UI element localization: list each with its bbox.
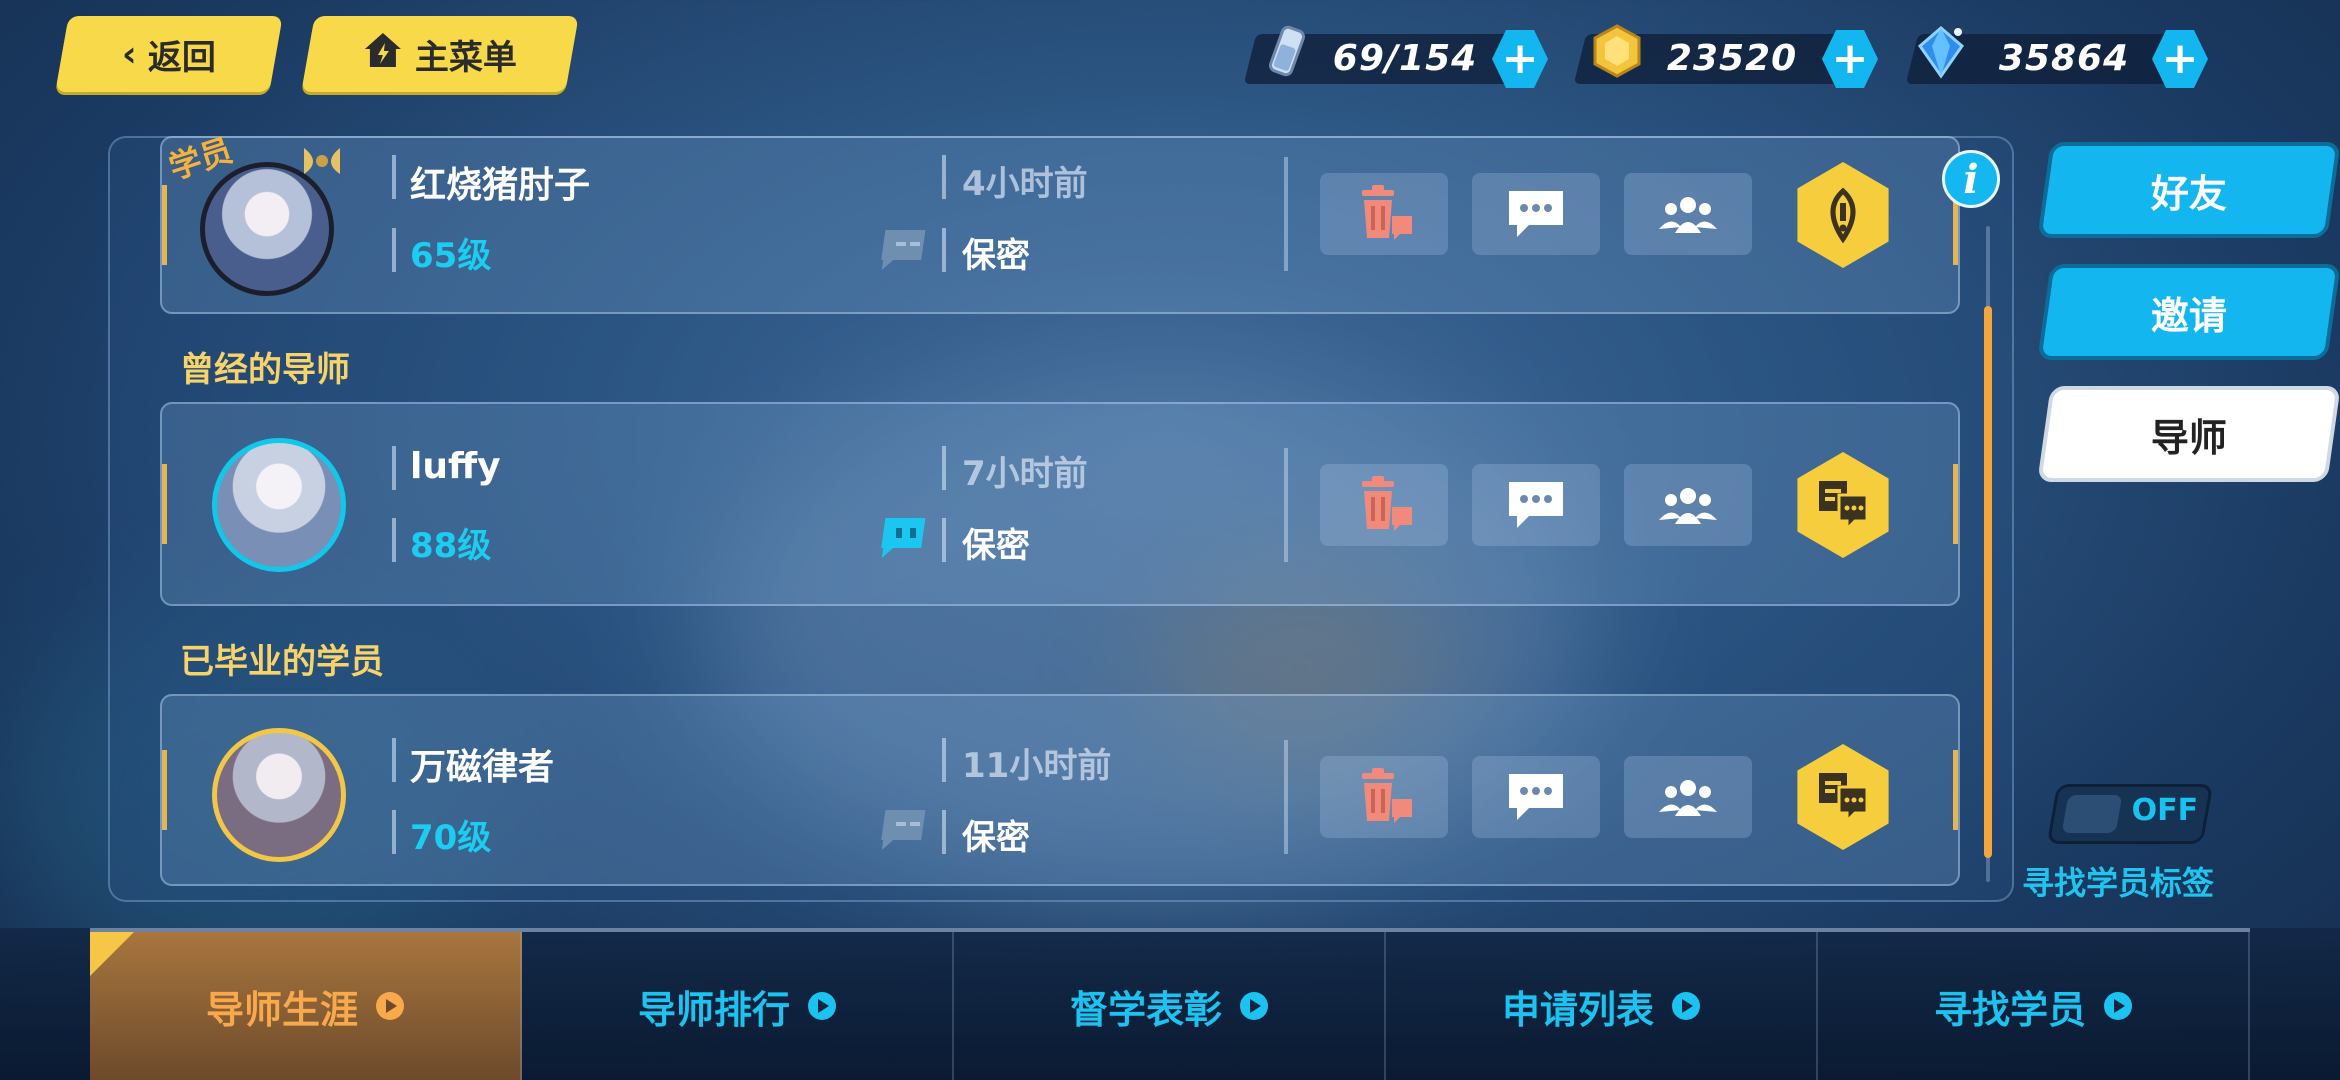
play-icon	[1240, 992, 1268, 1020]
chat-icon	[1509, 482, 1563, 528]
user-name: 红烧猪肘子	[410, 165, 591, 206]
group-button[interactable]	[1624, 756, 1752, 838]
play-icon	[808, 992, 836, 1020]
graduated-students-heading: 已毕业的学员	[180, 642, 384, 682]
tab-find-students[interactable]: 寻找学员	[1818, 932, 2250, 1080]
info-icon[interactable]: i	[1942, 150, 2000, 208]
user-level: 65级	[410, 236, 492, 276]
back-button[interactable]: ‹ 返回	[55, 16, 283, 92]
toggle-caption: 寻找学员标签	[2022, 864, 2215, 902]
coin-icon	[1593, 24, 1641, 78]
tab-mentor[interactable]: 导师	[2037, 386, 2340, 482]
group-icon	[1659, 780, 1717, 816]
main-menu-button[interactable]: 主菜单	[301, 16, 579, 92]
stamina-icon	[1268, 25, 1306, 77]
user-name: luffy	[410, 446, 501, 487]
user-name: 万磁律者	[410, 747, 555, 788]
tag-icon	[881, 230, 926, 270]
group-icon	[1659, 197, 1717, 233]
tab-application-list[interactable]: 申请列表	[1386, 932, 1818, 1080]
crystal-icon	[1917, 26, 1965, 79]
play-icon	[1672, 992, 1700, 1020]
tab-mentor-ranking[interactable]: 导师排行	[522, 932, 954, 1080]
delete-button[interactable]	[1320, 173, 1448, 255]
tab-supervision-awards[interactable]: 督学表彰	[954, 932, 1386, 1080]
avatar[interactable]	[212, 728, 346, 862]
chevron-left-icon: ‹	[121, 33, 137, 75]
chat-button[interactable]	[1472, 756, 1600, 838]
privacy-status: 保密	[962, 818, 1030, 858]
active-tab-corner	[90, 932, 134, 976]
bow-icon	[304, 148, 340, 174]
find-student-toggle[interactable]: OFF	[2046, 784, 2214, 844]
main-menu-label: 主菜单	[415, 37, 517, 78]
chat-button[interactable]	[1472, 464, 1600, 546]
play-icon	[2104, 992, 2132, 1020]
delete-button[interactable]	[1320, 756, 1448, 838]
delete-button[interactable]	[1320, 464, 1448, 546]
home-icon	[363, 31, 403, 78]
group-button[interactable]	[1624, 173, 1752, 255]
stamina-value: 69/154	[1332, 38, 1478, 79]
tag-icon	[881, 810, 926, 850]
tab-friends[interactable]: 好友	[2037, 142, 2340, 238]
former-mentors-heading: 曾经的导师	[180, 350, 350, 390]
trash-icon	[1362, 768, 1412, 823]
privacy-status: 保密	[962, 236, 1030, 276]
tab-invite[interactable]: 邀请	[2037, 264, 2340, 360]
trash-icon	[1362, 476, 1412, 531]
last-online: 4小时前	[962, 164, 1088, 204]
user-level: 88级	[410, 526, 492, 566]
last-online: 11小时前	[962, 746, 1112, 786]
scrollbar-thumb[interactable]	[1984, 306, 1992, 858]
avatar[interactable]	[200, 162, 334, 296]
toggle-state: OFF	[2131, 793, 2199, 828]
chat-icon	[1509, 774, 1563, 820]
review-icon	[1819, 481, 1869, 533]
group-button[interactable]	[1624, 464, 1752, 546]
crystal-value: 35864	[1998, 38, 2130, 79]
privacy-status: 保密	[962, 526, 1030, 566]
last-online: 7小时前	[962, 454, 1088, 494]
warning-icon	[1830, 187, 1856, 243]
avatar[interactable]	[212, 438, 346, 572]
tag-icon	[881, 518, 926, 558]
play-icon	[376, 992, 404, 1020]
chat-icon	[1509, 191, 1563, 237]
review-icon	[1819, 773, 1869, 825]
toggle-knob	[2061, 795, 2123, 833]
group-icon	[1659, 488, 1717, 524]
user-level: 70级	[410, 818, 492, 858]
coin-value: 23520	[1666, 38, 1798, 79]
chat-button[interactable]	[1472, 173, 1600, 255]
tab-mentor-career[interactable]: 导师生涯	[90, 932, 522, 1080]
back-label: 返回	[148, 37, 217, 78]
trash-icon	[1362, 185, 1412, 240]
